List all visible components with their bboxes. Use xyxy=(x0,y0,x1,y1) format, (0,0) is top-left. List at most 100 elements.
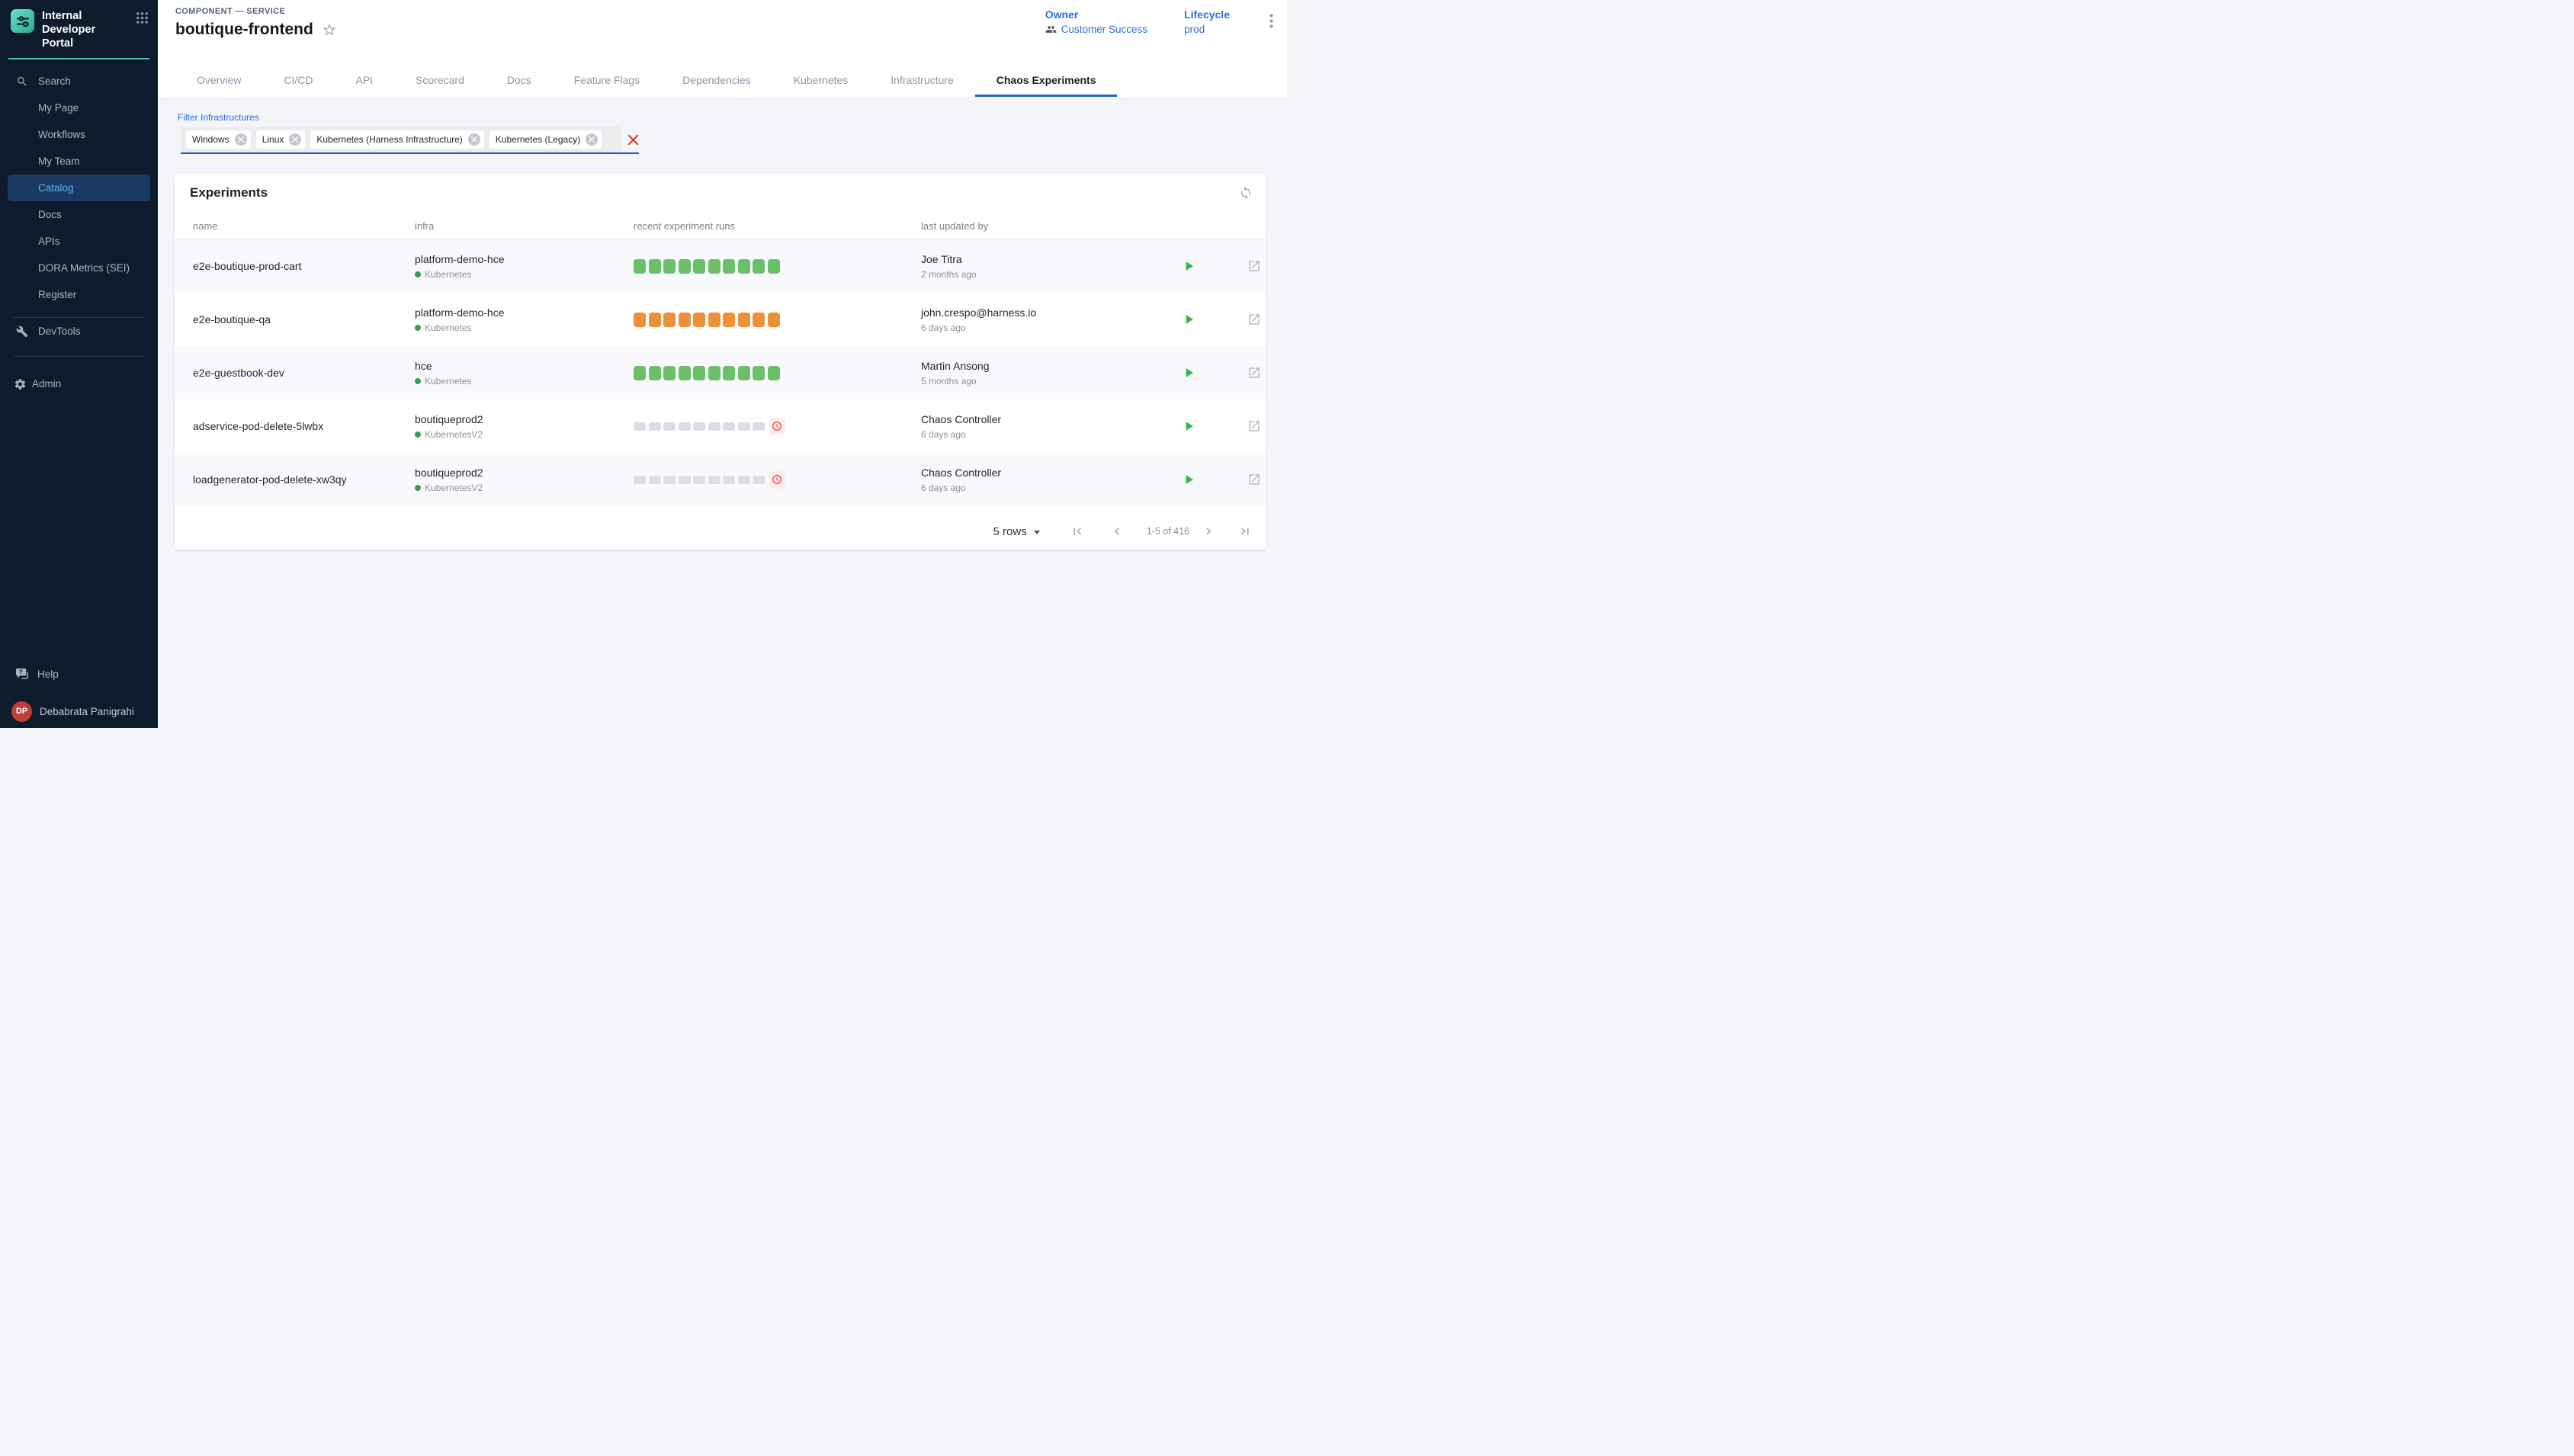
run-experiment-button[interactable] xyxy=(1181,419,1196,434)
run-status-square[interactable] xyxy=(708,366,721,380)
run-status-square[interactable] xyxy=(663,422,676,431)
run-status-square[interactable] xyxy=(753,259,765,274)
open-experiment-button[interactable] xyxy=(1247,259,1261,273)
sidebar-item-devtools[interactable]: DevTools xyxy=(8,318,150,345)
first-page-button[interactable] xyxy=(1067,521,1087,541)
run-experiment-button[interactable] xyxy=(1181,312,1196,327)
sidebar-item-my-page[interactable]: My Page xyxy=(8,95,150,121)
clear-filters-button[interactable] xyxy=(627,134,639,146)
app-grid-icon[interactable] xyxy=(136,11,149,28)
open-experiment-button[interactable] xyxy=(1247,313,1261,326)
run-status-square[interactable] xyxy=(693,476,705,484)
run-status-square[interactable] xyxy=(723,313,735,327)
run-status-square[interactable] xyxy=(753,366,765,380)
run-status-square[interactable] xyxy=(738,366,750,380)
run-status-square[interactable] xyxy=(738,476,750,484)
sidebar-item-workflows[interactable]: Workflows xyxy=(8,121,150,148)
run-status-square[interactable] xyxy=(663,476,676,484)
sidebar-item-my-team[interactable]: My Team xyxy=(8,148,150,175)
tab-overview[interactable]: Overview xyxy=(175,63,262,97)
tab-chaos-experiments[interactable]: Chaos Experiments xyxy=(975,63,1118,97)
run-status-square[interactable] xyxy=(708,313,721,327)
tab-ci-cd[interactable]: CI/CD xyxy=(262,63,334,97)
filter-infrastructures-label[interactable]: Filter Infrastructures xyxy=(178,112,259,123)
open-experiment-button[interactable] xyxy=(1247,473,1261,486)
run-status-square[interactable] xyxy=(738,259,750,274)
favorite-star-icon[interactable] xyxy=(322,22,337,37)
chip-remove-button[interactable] xyxy=(586,133,598,146)
run-status-square[interactable] xyxy=(768,313,780,327)
sidebar-item-label: My Page xyxy=(38,102,79,114)
run-status-square[interactable] xyxy=(723,476,735,484)
sidebar-item-admin[interactable]: Admin xyxy=(8,370,150,397)
user-menu[interactable]: DP Debabrata Panigrahi xyxy=(8,698,150,724)
sidebar-item-docs[interactable]: Docs xyxy=(8,201,150,228)
run-status-square[interactable] xyxy=(723,422,735,431)
infrastructure-filter-input[interactable]: WindowsLinuxKubernetes (Harness Infrastr… xyxy=(181,127,639,154)
tab-api[interactable]: API xyxy=(334,63,394,97)
filter-chip-label: Kubernetes (Harness Infrastructure) xyxy=(316,134,462,145)
run-status-square[interactable] xyxy=(723,366,735,380)
run-status-square[interactable] xyxy=(679,313,691,327)
run-status-square[interactable] xyxy=(649,313,661,327)
chip-remove-button[interactable] xyxy=(468,133,480,146)
run-status-square[interactable] xyxy=(679,476,691,484)
tab-feature-flags[interactable]: Feature Flags xyxy=(553,63,661,97)
tab-infrastructure[interactable]: Infrastructure xyxy=(869,63,974,97)
run-experiment-button[interactable] xyxy=(1181,472,1196,487)
tab-scorecard[interactable]: Scorecard xyxy=(394,63,486,97)
run-status-square[interactable] xyxy=(634,313,646,327)
run-status-square[interactable] xyxy=(768,366,780,380)
refresh-icon[interactable] xyxy=(1239,186,1253,200)
run-experiment-button[interactable] xyxy=(1181,365,1196,380)
tab-dependencies[interactable]: Dependencies xyxy=(661,63,772,97)
run-status-square[interactable] xyxy=(768,259,780,274)
run-status-square[interactable] xyxy=(634,476,646,484)
run-status-square[interactable] xyxy=(693,422,705,431)
run-status-square[interactable] xyxy=(634,366,646,380)
previous-page-button[interactable] xyxy=(1107,521,1127,541)
run-status-square[interactable] xyxy=(753,476,765,484)
run-status-square[interactable] xyxy=(649,366,661,380)
sidebar-item-search[interactable]: Search xyxy=(8,68,150,95)
run-status-square[interactable] xyxy=(679,259,691,274)
owner-link[interactable]: Customer Success xyxy=(1045,24,1147,35)
run-experiment-button[interactable] xyxy=(1181,258,1196,274)
chip-remove-button[interactable] xyxy=(289,133,301,146)
run-status-square[interactable] xyxy=(649,422,661,431)
run-status-square[interactable] xyxy=(649,259,661,274)
sidebar-item-help[interactable]: ? Help xyxy=(8,661,150,688)
sidebar-item-dora-metrics-sei[interactable]: DORA Metrics (SEI) xyxy=(8,255,150,281)
sidebar-item-catalog[interactable]: Catalog xyxy=(8,175,150,201)
run-status-square[interactable] xyxy=(679,422,691,431)
run-status-square[interactable] xyxy=(663,313,676,327)
run-status-square[interactable] xyxy=(649,476,661,484)
tab-docs[interactable]: Docs xyxy=(486,63,553,97)
run-status-square[interactable] xyxy=(723,259,735,274)
rows-per-page-select[interactable]: 5 rows xyxy=(993,525,1040,538)
run-status-square[interactable] xyxy=(663,259,676,274)
sidebar-item-apis[interactable]: APIs xyxy=(8,228,150,255)
open-experiment-button[interactable] xyxy=(1247,366,1261,380)
run-status-square[interactable] xyxy=(738,313,750,327)
sidebar-item-register[interactable]: Register xyxy=(8,281,150,308)
run-status-square[interactable] xyxy=(708,422,721,431)
run-status-square[interactable] xyxy=(693,366,705,380)
kebab-menu-icon[interactable] xyxy=(1266,12,1276,34)
run-status-square[interactable] xyxy=(634,422,646,431)
run-status-square[interactable] xyxy=(753,313,765,327)
next-page-button[interactable] xyxy=(1199,521,1218,541)
run-status-square[interactable] xyxy=(738,422,750,431)
tab-kubernetes[interactable]: Kubernetes xyxy=(772,63,870,97)
run-status-square[interactable] xyxy=(663,366,676,380)
run-status-square[interactable] xyxy=(679,366,691,380)
run-status-square[interactable] xyxy=(708,259,721,274)
run-status-square[interactable] xyxy=(693,259,705,274)
run-status-square[interactable] xyxy=(693,313,705,327)
run-status-square[interactable] xyxy=(753,422,765,431)
chip-remove-button[interactable] xyxy=(235,133,247,146)
last-page-button[interactable] xyxy=(1235,521,1255,541)
open-experiment-button[interactable] xyxy=(1247,419,1261,433)
run-status-square[interactable] xyxy=(708,476,721,484)
run-status-square[interactable] xyxy=(634,259,646,274)
